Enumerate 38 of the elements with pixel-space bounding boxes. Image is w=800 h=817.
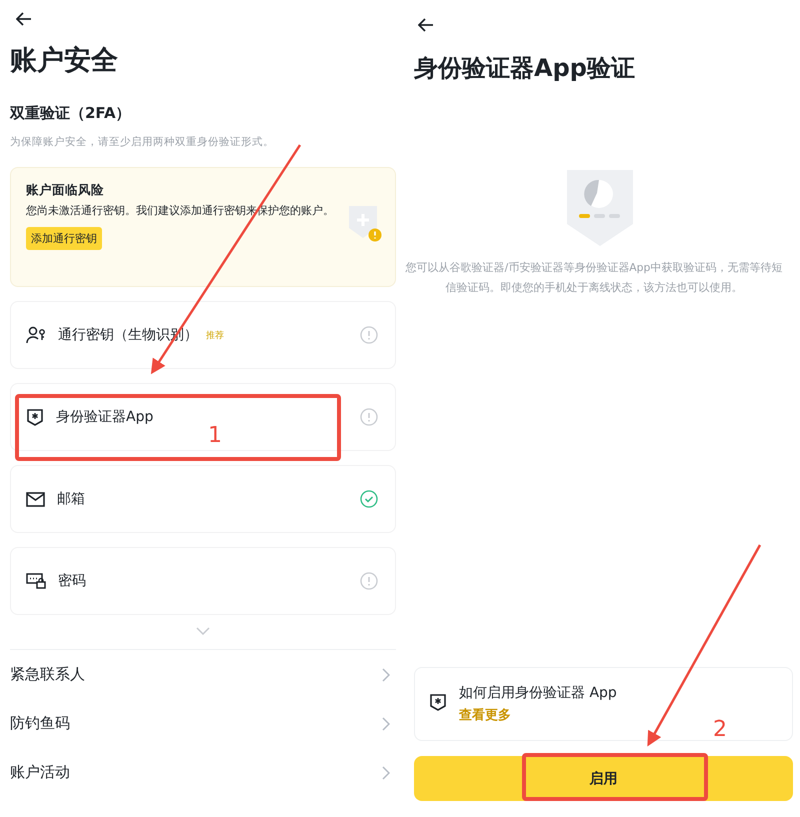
method-label: 邮箱 <box>57 490 85 508</box>
description-text: 您可以从谷歌验证器/币安验证器等身份验证器App中获取验证码，无需等待短信验证码。即使您的手机处于离线状态，该方法也可以使用。 <box>404 260 784 296</box>
step-number: 1 <box>208 423 222 448</box>
method-label: 密码 <box>58 572 86 590</box>
enable-button[interactable]: 启用 <box>414 756 793 801</box>
back-icon[interactable] <box>418 18 434 32</box>
shield-warning-icon <box>347 204 383 244</box>
warning-title: 账户面临风险 <box>26 182 104 199</box>
help-title: 如何启用身份验证器 App <box>459 684 617 702</box>
section-title: 双重验证（2FA） <box>10 104 132 123</box>
settings-link-item[interactable]: 防钓鱼码 <box>10 699 396 748</box>
method-label: 身份验证器App <box>56 408 154 426</box>
add-passkey-button[interactable]: 添加通行密钥 <box>26 227 102 250</box>
link-label: 紧急联系人 <box>10 665 85 684</box>
link-label: 防钓鱼码 <box>10 714 70 733</box>
chevron-right-icon <box>382 716 390 730</box>
info-icon[interactable] <box>360 572 378 590</box>
shield-asterisk-icon <box>429 693 447 711</box>
shield-asterisk-icon <box>26 408 44 426</box>
page-title: 身份验证器App验证 <box>414 53 636 84</box>
back-icon[interactable] <box>16 12 32 26</box>
password-lock-icon <box>26 573 46 589</box>
page-title: 账户安全 <box>10 44 119 78</box>
auth-method-item[interactable]: 邮箱 <box>10 465 396 533</box>
link-label: 账户活动 <box>10 763 70 782</box>
chevron-right-icon <box>382 766 390 780</box>
chevron-down-icon[interactable] <box>196 627 210 635</box>
step-number: 2 <box>713 717 727 742</box>
auth-method-item[interactable]: 密码 <box>10 547 396 615</box>
recommended-tag: 推荐 <box>206 328 224 342</box>
envelope-icon <box>26 492 45 506</box>
section-hint: 为保障账户安全，请至少启用两种双重身份验证形式。 <box>10 135 275 149</box>
chevron-right-icon <box>382 668 390 682</box>
settings-link-item[interactable]: 紧急联系人 <box>10 650 396 699</box>
settings-link-item[interactable]: 账户活动 <box>10 748 396 797</box>
info-icon[interactable] <box>360 326 378 344</box>
person-key-icon <box>26 326 46 344</box>
info-icon[interactable] <box>360 408 378 426</box>
